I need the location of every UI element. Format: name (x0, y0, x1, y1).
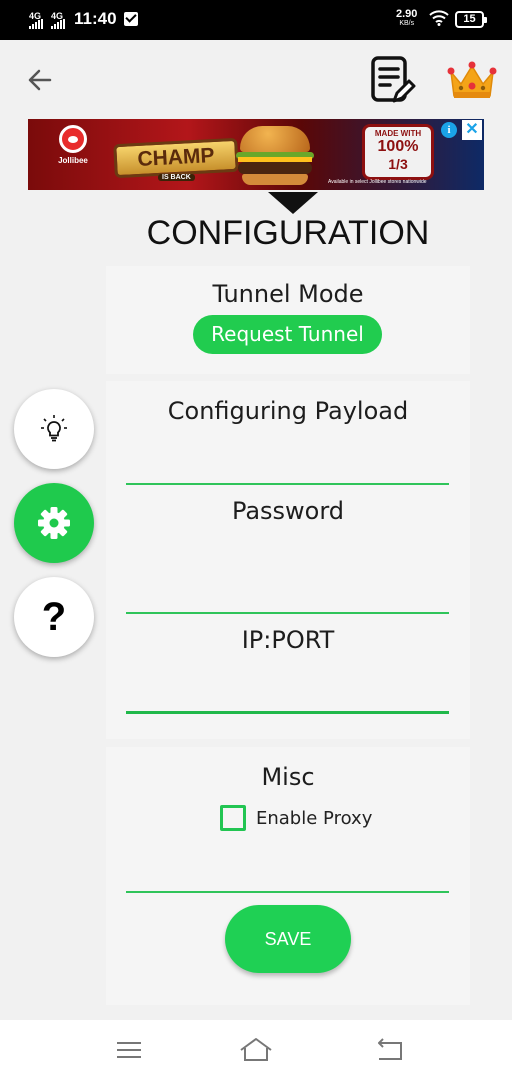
ad-brand-name: Jollibee (58, 156, 88, 165)
gear-icon (38, 507, 70, 539)
status-bar: 4G 4G 11:40 2.90 KB/s 15 (0, 0, 512, 40)
misc-label: Misc (261, 763, 315, 791)
ad-disclaimer: Available in select Jollibee stores nati… (328, 179, 427, 185)
network-speed: 2.90 KB/s (396, 8, 418, 28)
burger-image (234, 122, 314, 188)
password-input[interactable] (126, 574, 449, 614)
menu-icon (117, 1042, 141, 1058)
back-icon (378, 1038, 402, 1060)
request-tunnel-button[interactable]: Request Tunnel (193, 315, 382, 354)
lightbulb-icon (41, 415, 67, 442)
misc-card: Misc Enable Proxy SAVE (106, 747, 470, 1005)
enable-proxy-row[interactable]: Enable Proxy (220, 805, 372, 831)
battery-level: 15 (463, 13, 476, 25)
premium-button[interactable] (446, 60, 498, 102)
ad-badge-percent: 100% (377, 138, 419, 155)
notification-icon (124, 12, 138, 26)
ad-banner[interactable]: Jollibee CHAMP IS BACK MADE WITH 100% 1/… (28, 119, 484, 190)
signal-icon-1 (29, 19, 43, 29)
ad-badge: MADE WITH 100% 1/3 (362, 124, 434, 180)
tunnel-mode-card: Tunnel Mode Request Tunnel (106, 266, 470, 374)
payload-label: Configuring Payload (167, 397, 409, 425)
question-icon: ? (41, 594, 67, 639)
dropdown-pointer (268, 192, 318, 214)
ad-badge-top: MADE WITH (374, 129, 422, 138)
navigation-bar (0, 1020, 512, 1080)
home-icon (240, 1038, 272, 1061)
save-button[interactable]: SAVE (225, 905, 351, 973)
ad-badge-third: 1/3 (388, 156, 408, 172)
ad-brand-logo: Jollibee (48, 125, 98, 181)
password-label: Password (231, 497, 345, 525)
crown-icon (447, 61, 497, 98)
ad-headline: CHAMP (113, 137, 239, 179)
enable-proxy-label: Enable Proxy (256, 807, 373, 829)
edit-document-icon (371, 56, 416, 103)
speed-value: 2.90 (396, 8, 418, 20)
arrow-left-icon (28, 69, 52, 91)
wifi-icon (429, 10, 449, 26)
tips-button[interactable] (14, 389, 94, 469)
nav-home-button[interactable] (236, 1034, 276, 1068)
ad-close-icon[interactable]: ✕ (462, 120, 482, 140)
ad-subheadline: IS BACK (158, 174, 195, 181)
payload-input[interactable] (126, 445, 449, 485)
misc-input[interactable] (126, 853, 449, 893)
clock: 11:40 (74, 9, 117, 28)
back-button[interactable] (24, 64, 56, 96)
help-button[interactable]: ? (14, 577, 94, 657)
nav-back-button[interactable] (370, 1034, 410, 1068)
signal-icon-2 (51, 19, 65, 29)
ipport-label: IP:PORT (241, 626, 335, 654)
settings-button[interactable] (14, 483, 94, 563)
payload-card: Configuring Payload Password IP:PORT (106, 381, 470, 739)
speed-unit: KB/s (399, 20, 415, 27)
mascot-icon (59, 125, 87, 153)
battery-icon: 15 (455, 11, 487, 28)
notes-button[interactable] (368, 55, 416, 107)
nav-menu-button[interactable] (108, 1034, 148, 1068)
page-title: CONFIGURATION (146, 214, 430, 252)
enable-proxy-checkbox[interactable] (220, 805, 246, 831)
ipport-input[interactable] (126, 674, 449, 714)
ad-info-icon[interactable]: i (441, 122, 457, 138)
tunnel-mode-label: Tunnel Mode (212, 280, 364, 308)
